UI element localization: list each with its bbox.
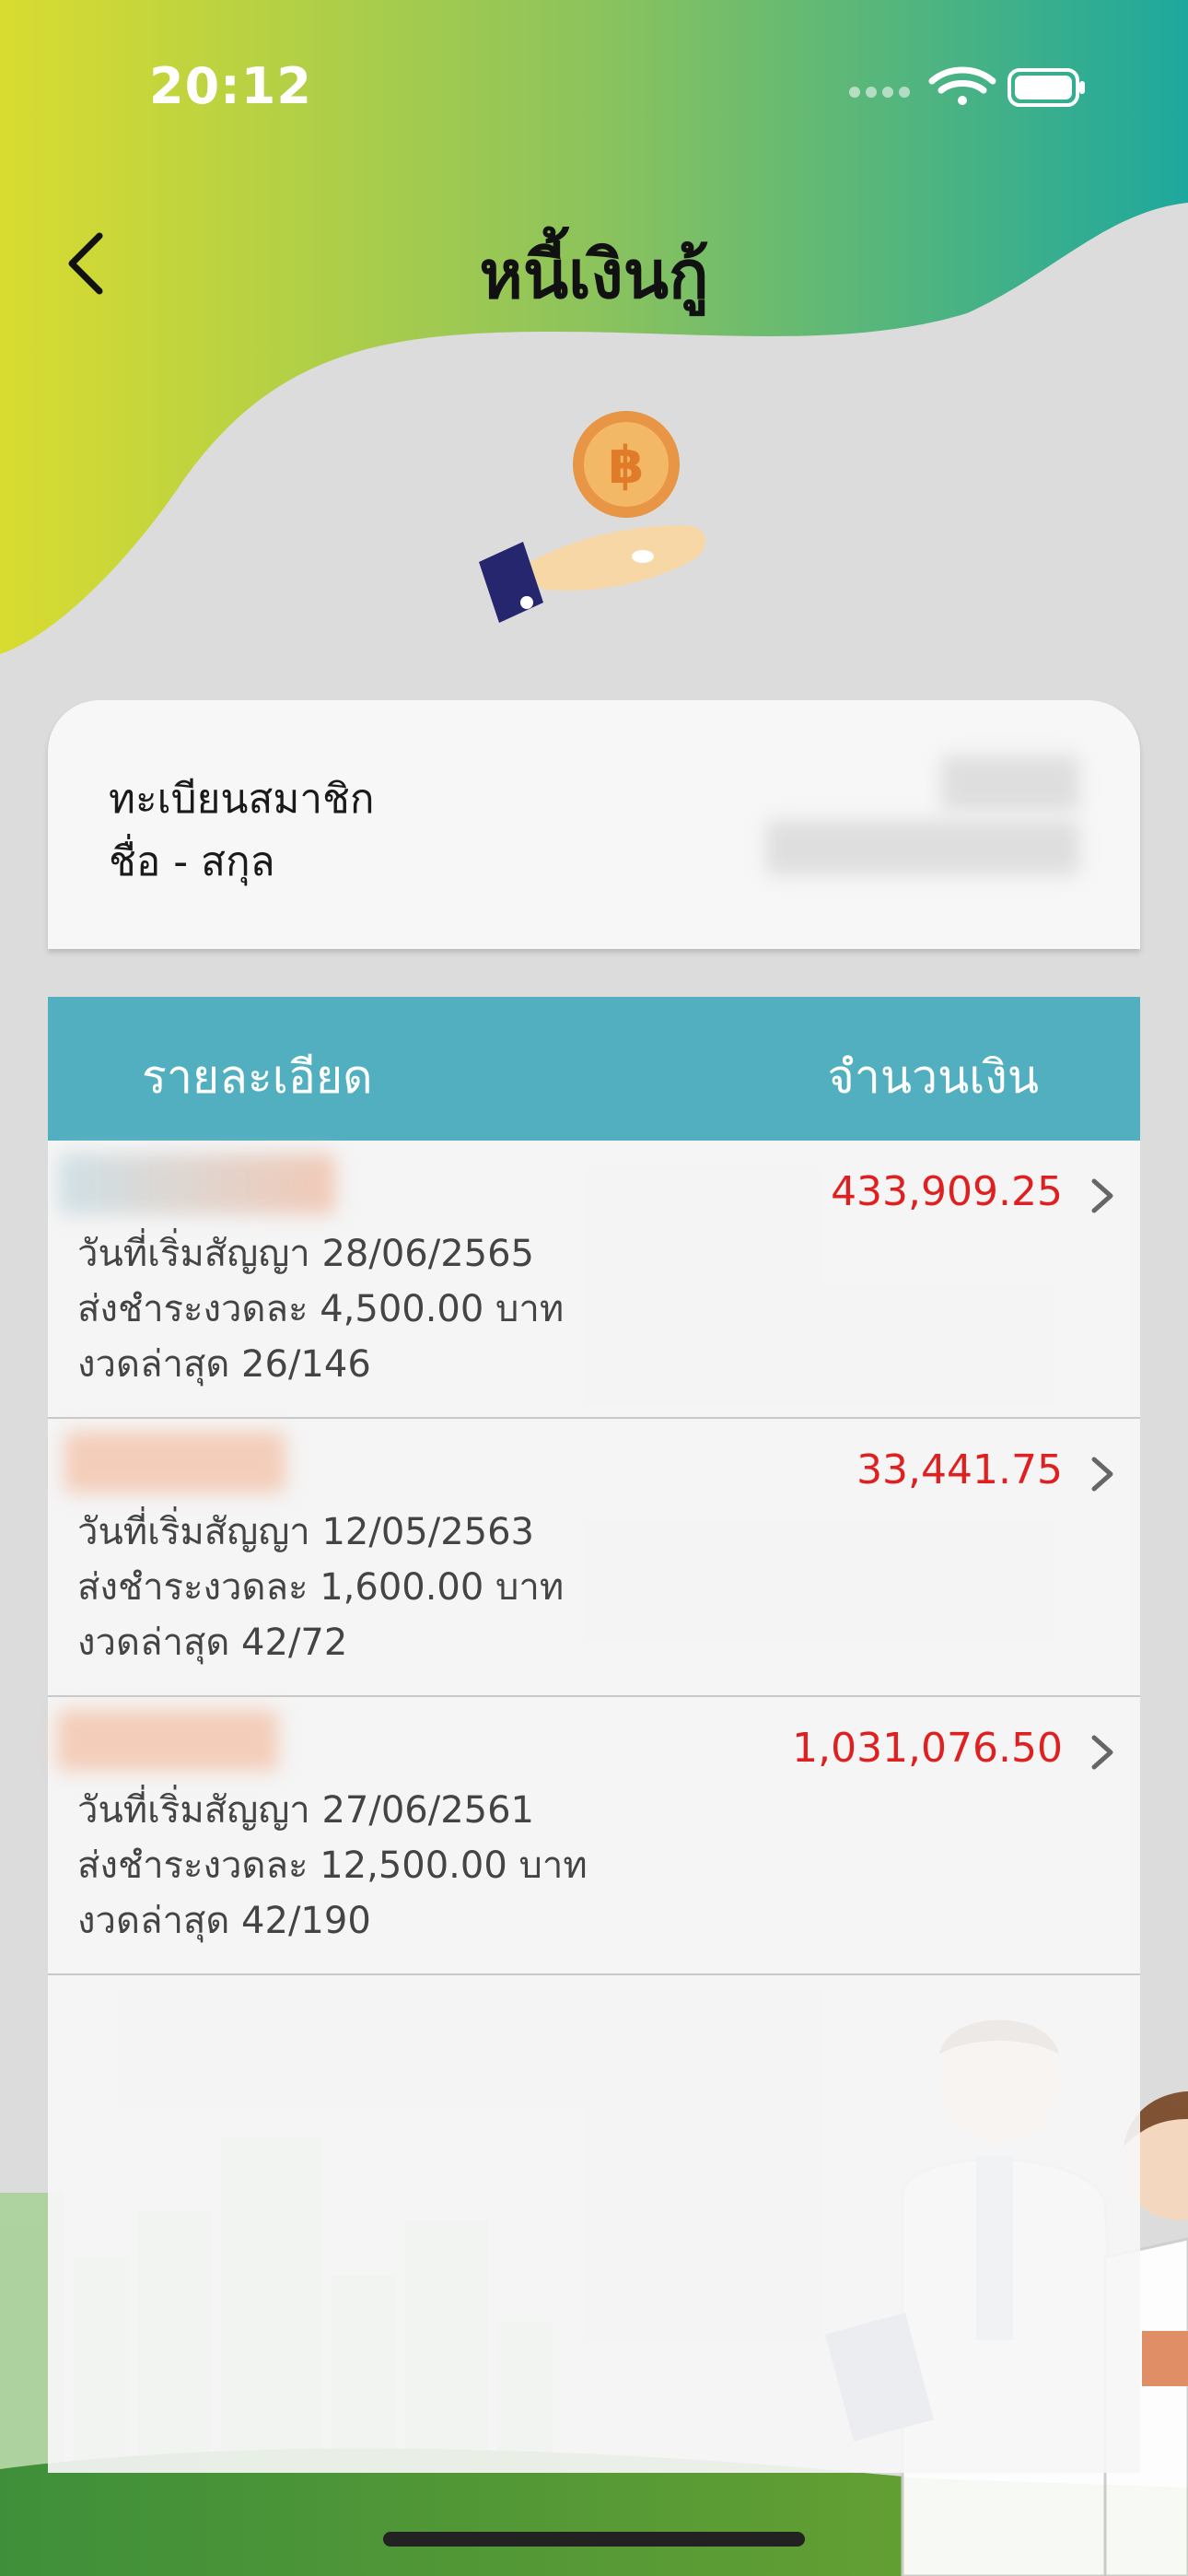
signal-dots bbox=[849, 87, 910, 98]
loan-start-date: วันที่เริ่มสัญญา 27/06/2561 bbox=[77, 1789, 534, 1832]
status-time: 20:12 bbox=[149, 57, 312, 115]
loan-latest-period: งวดล่าสุด 26/146 bbox=[77, 1343, 371, 1386]
member-id-redacted bbox=[941, 755, 1079, 811]
loan-amount: 33,441.75 bbox=[856, 1446, 1063, 1493]
loan-installment: ส่งชำระงวดละ 12,500.00 บาท bbox=[77, 1844, 588, 1887]
page-title: หนี้เงินกู้ bbox=[479, 236, 709, 313]
member-name-label: ชื่อ - สกุล bbox=[109, 838, 275, 885]
loan-type-redacted bbox=[57, 1710, 278, 1771]
loan-latest-period: งวดล่าสุด 42/72 bbox=[77, 1622, 348, 1664]
column-detail: รายละเอียด bbox=[142, 1050, 373, 1104]
status-icons bbox=[849, 66, 1085, 107]
chevron-right-icon[interactable] bbox=[1089, 1732, 1116, 1773]
loan-start-date: วันที่เริ่มสัญญา 12/05/2563 bbox=[77, 1511, 534, 1553]
chevron-right-icon[interactable] bbox=[1089, 1176, 1116, 1216]
member-name-redacted bbox=[766, 820, 1079, 875]
loan-row[interactable]: วันที่เริ่มสัญญา 27/06/2561 ส่งชำระงวดละ… bbox=[48, 1697, 1140, 1975]
loan-installment: ส่งชำระงวดละ 4,500.00 บาท bbox=[77, 1288, 565, 1330]
loan-amount: 433,909.25 bbox=[831, 1168, 1063, 1215]
svg-text:฿: ฿ bbox=[609, 436, 645, 496]
chevron-right-icon[interactable] bbox=[1089, 1454, 1116, 1494]
table-header: รายละเอียด จำนวนเงิน bbox=[48, 997, 1140, 1141]
loan-row[interactable]: วันที่เริ่มสัญญา 12/05/2563 ส่งชำระงวดละ… bbox=[48, 1419, 1140, 1697]
home-indicator[interactable] bbox=[383, 2532, 805, 2547]
member-info-card: ทะเบียนสมาชิก ชื่อ - สกุล bbox=[48, 700, 1140, 949]
loan-latest-period: งวดล่าสุด 42/190 bbox=[77, 1900, 371, 1942]
wifi-icon bbox=[928, 66, 996, 105]
loan-amount: 1,031,076.50 bbox=[792, 1725, 1063, 1772]
column-amount: จำนวนเงิน bbox=[827, 1050, 1040, 1104]
battery-icon bbox=[1007, 68, 1085, 107]
loan-type-redacted bbox=[64, 1432, 285, 1493]
loan-type-redacted bbox=[59, 1153, 335, 1214]
loan-installment: ส่งชำระงวดละ 1,600.00 บาท bbox=[77, 1566, 565, 1609]
loan-start-date: วันที่เริ่มสัญญา 28/06/2565 bbox=[77, 1233, 534, 1275]
loan-coin-hand-icon: ฿ bbox=[479, 411, 706, 623]
member-id-label: ทะเบียนสมาชิก bbox=[109, 776, 375, 823]
loan-table: รายละเอียด จำนวนเงิน วันที่เริ่มสัญญา 28… bbox=[48, 997, 1140, 2473]
loan-row[interactable]: วันที่เริ่มสัญญา 28/06/2565 ส่งชำระงวดละ… bbox=[48, 1141, 1140, 1419]
